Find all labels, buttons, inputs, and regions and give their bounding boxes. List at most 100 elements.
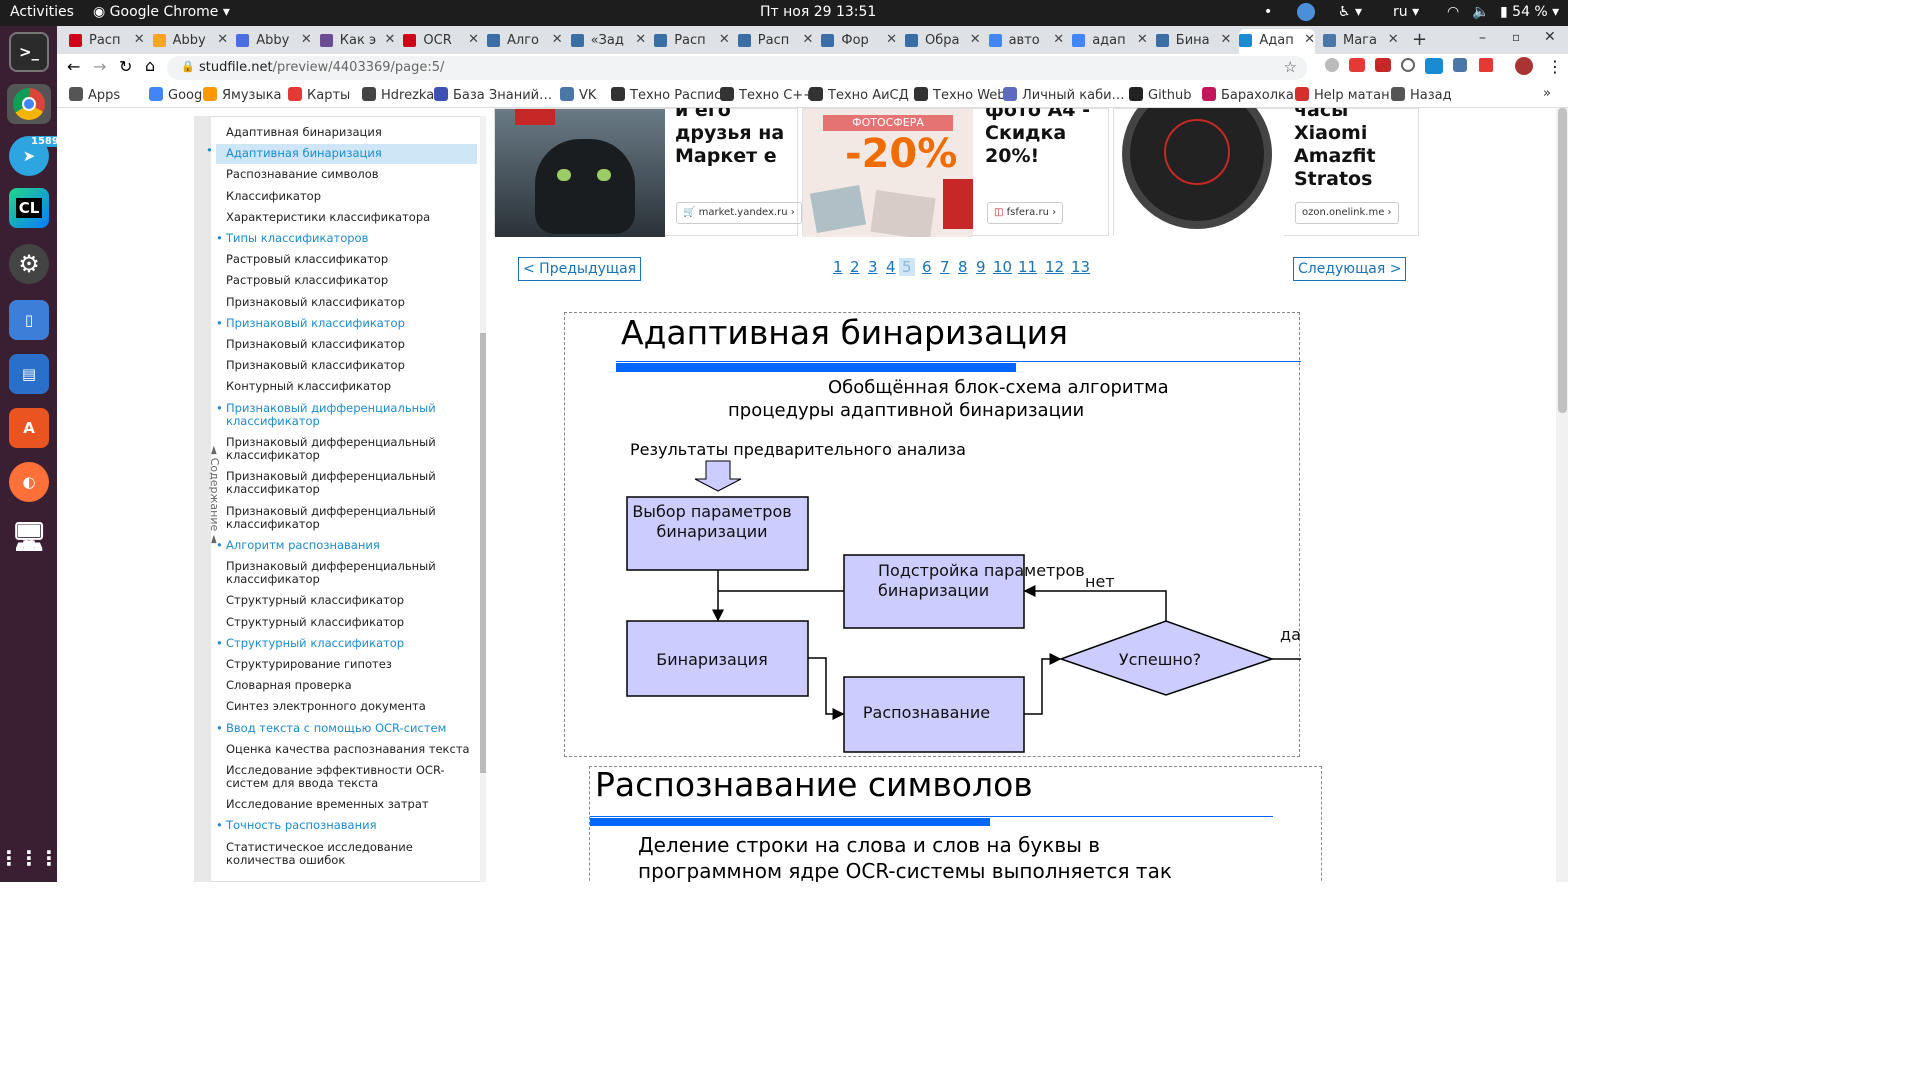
toc-item[interactable]: Растровый классификатор [226,274,481,287]
close-tab-icon[interactable]: ✕ [1220,32,1231,47]
toc-item[interactable]: Статистическое исследование количества о… [226,840,481,867]
browser-tab[interactable]: «Зад ✕ [570,29,646,54]
bookmark-item[interactable]: Барахолка [1202,87,1294,103]
page-link[interactable]: 1 [833,258,843,276]
toc-item[interactable]: Контурный классификатор [226,380,481,393]
bookmark-item[interactable]: VK [560,87,596,103]
page-link[interactable]: 13 [1071,258,1090,276]
ad-domain-button[interactable]: ◫ fsfera.ru › [987,202,1064,224]
toc-item[interactable]: Признаковый классификатор [226,338,481,351]
close-tab-icon[interactable]: ✕ [970,32,981,47]
bookmark-item[interactable]: Техно АиСД [809,87,909,103]
extension-pdf-icon[interactable] [1479,58,1493,72]
browser-tab[interactable]: Расп ✕ [69,29,145,54]
toc-item[interactable]: Признаковый дифференциальный классификат… [226,470,481,496]
close-tab-icon[interactable]: ✕ [301,32,312,47]
toc-item[interactable]: Признаковый дифференциальный классификат… [226,504,481,531]
browser-tab[interactable]: Мага ✕ [1323,29,1399,54]
maximize-icon[interactable]: ▫ [1512,30,1520,44]
toc-item[interactable]: • Структурный классификатор [216,636,481,650]
browser-tab[interactable]: Abby ✕ [236,29,312,54]
settings-gear-icon[interactable]: ⚙ [9,244,49,284]
show-apps-grid-icon[interactable]: ⋮⋮⋮ [0,838,59,878]
toc-item[interactable]: Признаковый дифференциальный классификат… [226,560,481,586]
toc-item[interactable]: Исследование временных затрат [226,798,481,811]
app-menu[interactable]: ◉ Google Chrome ▾ [93,4,230,20]
page-link[interactable]: 3 [868,258,878,276]
reload-icon[interactable]: ↻ [119,57,132,76]
close-tab-icon[interactable]: ✕ [217,32,228,47]
toc-item[interactable]: Структурирование гипотез [226,657,481,671]
toc-item[interactable]: Распознавание символов [226,168,481,181]
menu-kebab-icon[interactable]: ⋮ [1547,57,1563,76]
close-tab-icon[interactable]: ✕ [1304,32,1315,47]
extension-globe-icon[interactable] [1401,58,1415,72]
ad-card-ozon[interactable]: часы Xiaomi Amazfit Stratos ozon.onelink… [1113,108,1419,237]
software-store-icon[interactable]: A [9,408,49,448]
close-tab-icon[interactable]: ✕ [552,32,563,47]
close-tab-icon[interactable]: ✕ [886,32,897,47]
files-icon[interactable]: ▯ [9,300,49,340]
toc-item[interactable]: Словарная проверка [226,679,481,692]
activities-button[interactable]: Activities [10,4,74,20]
battery-indicator[interactable]: ▮ 54 % ▾ [1500,4,1559,20]
ad-card-fsfera[interactable]: ФОТОСФЕРА -20% фото А4 - Скидка 20%! ◫ f… [802,108,1109,237]
page-link[interactable]: 11 [1018,258,1037,276]
close-tab-icon[interactable]: ✕ [1137,32,1148,47]
page-link[interactable]: 6 [922,258,932,276]
browser-tab[interactable]: Обра ✕ [905,29,981,54]
extension-puzzle-icon[interactable] [1325,58,1339,72]
toc-item[interactable]: Адаптивная бинаризация [226,126,481,139]
toc-item[interactable]: Исследование эффективности OCR-систем дл… [226,763,481,790]
wifi-icon[interactable]: ◠ [1447,4,1459,20]
toc-item[interactable]: Признаковый дифференциальный классификат… [226,435,481,462]
close-tab-icon[interactable]: ✕ [719,32,730,47]
browser-tab[interactable]: OCR ✕ [403,29,479,54]
toc-item[interactable]: • Точность распознавания [216,819,481,832]
chrome-dock-icon[interactable] [7,84,51,124]
forward-arrow-icon[interactable]: → [93,57,106,76]
toc-item[interactable]: Признаковый классификатор [226,295,481,309]
close-tab-icon[interactable]: ✕ [134,32,145,47]
browser-tab[interactable]: авто ✕ [988,29,1064,54]
firefox-icon[interactable]: ◐ [9,462,49,502]
toc-item[interactable]: Классификатор [226,189,481,203]
minimize-icon[interactable]: – [1479,30,1486,46]
toc-item[interactable]: Структурный классификатор [226,615,481,629]
page-link[interactable]: 7 [940,258,950,276]
browser-tab[interactable]: Бина ✕ [1155,29,1231,54]
browser-tab[interactable]: Расп ✕ [654,29,730,54]
browser-tab[interactable]: Фор ✕ [821,29,897,54]
writer-icon[interactable]: ▤ [9,354,49,394]
ad-domain-button[interactable]: ozon.onelink.me › [1295,202,1399,224]
bookmark-item[interactable]: Hdrezka [362,87,434,103]
clock[interactable]: Пт ноя 29 13:51 [760,4,876,20]
bookmark-star-icon[interactable]: ☆ [1284,58,1297,76]
language-indicator[interactable]: ru ▾ [1393,4,1419,20]
profile-avatar[interactable] [1515,57,1533,75]
ad-card-market[interactable]: и его друзья на Маркет е 🛒 market.yandex… [494,108,802,237]
ad-domain-button[interactable]: 🛒 market.yandex.ru › [676,202,802,224]
browser-tab[interactable]: Abby ✕ [152,29,228,54]
extension-new-icon[interactable] [1425,58,1443,74]
close-tab-icon[interactable]: ✕ [468,32,479,47]
toc-item[interactable]: • Признаковый классификатор [216,316,481,330]
toc-item[interactable]: • Ввод текста с помощью OCR-систем [216,721,481,735]
browser-tab[interactable]: адап ✕ [1072,29,1148,54]
toc-item[interactable]: • Адаптивная бинаризация [206,144,477,165]
toc-item[interactable]: • Алгоритм распознавания [216,538,481,552]
toc-scrollbar-thumb[interactable] [480,333,486,773]
page-link[interactable]: 10 [993,258,1012,276]
bookmark-item[interactable]: Карты [288,87,350,103]
previous-page-button[interactable]: < Предыдущая [518,257,642,281]
toc-item[interactable]: Структурный классификатор [226,594,481,607]
remote-desktop-icon[interactable]: 🖥 [9,516,49,556]
page-link[interactable]: 8 [958,258,968,276]
close-tab-icon[interactable]: ✕ [802,32,813,47]
browser-tab[interactable]: Адап ✕ [1239,29,1315,54]
bookmark-item[interactable]: Ямузыка [203,87,282,103]
accessibility-icon[interactable]: ♿ ▾ [1338,4,1362,20]
bookmark-item[interactable]: Apps [69,87,120,103]
toc-item[interactable]: • Типы классификаторов [216,232,481,245]
extension-weather-icon[interactable] [1349,58,1365,72]
